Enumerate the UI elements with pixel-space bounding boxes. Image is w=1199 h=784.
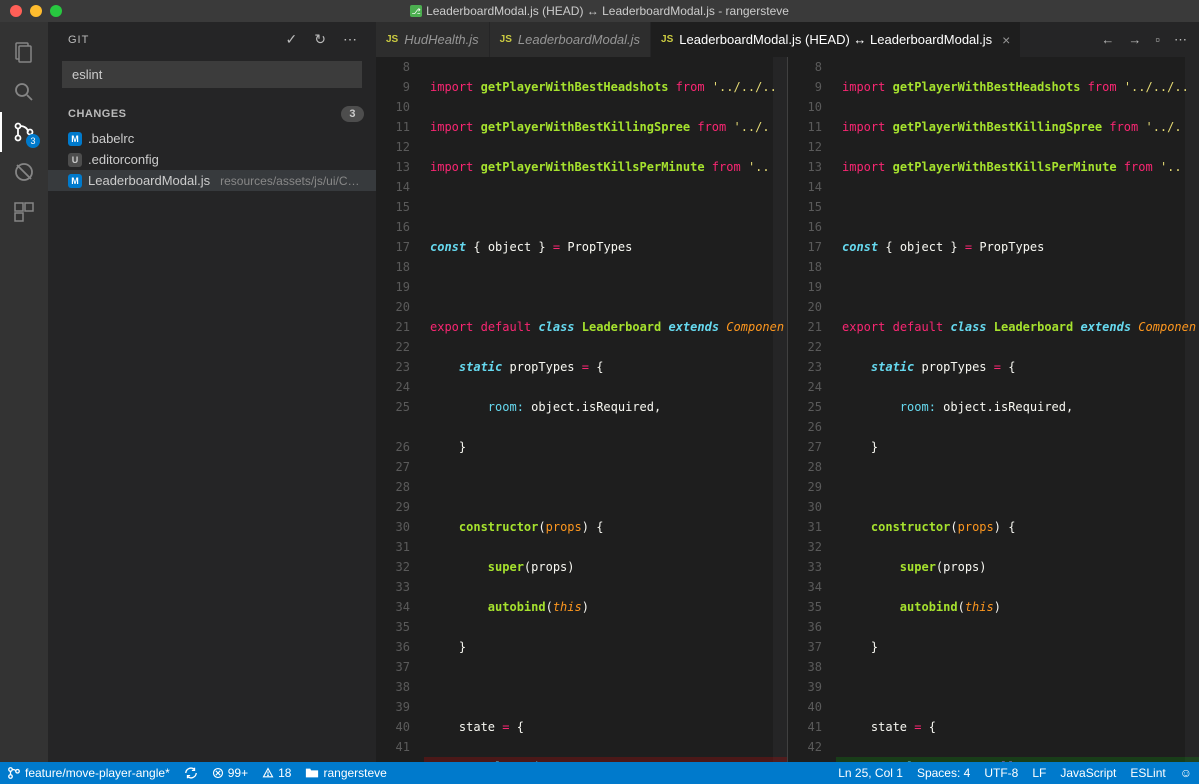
status-eslint[interactable]: ESLint — [1123, 766, 1172, 780]
editor-tabs: JS HudHealth.js JS LeaderboardModal.js J… — [376, 22, 1199, 57]
status-folder[interactable]: rangersteve — [298, 762, 393, 784]
status-sync[interactable] — [177, 762, 205, 784]
status-warnings[interactable]: 18 — [255, 762, 298, 784]
right-content: import getPlayerWithBestHeadshots from '… — [836, 57, 1199, 762]
refresh-icon[interactable]: ↻ — [314, 31, 327, 48]
tab-label: LeaderboardModal.js (HEAD) ↔ Leaderboard… — [679, 32, 992, 47]
tab-label: HudHealth.js — [404, 32, 478, 47]
change-list: M .babelrc U .editorconfig M Leaderboard… — [48, 128, 376, 191]
tab-actions: ← → ▫ ⋯ — [1089, 22, 1199, 57]
sidebar-header: GIT ✓ ↻ ⋯ — [48, 22, 376, 57]
status-folder-label: rangersteve — [323, 766, 386, 780]
js-icon: JS — [386, 34, 398, 45]
diff-split: 8910111213141516171819202122232425262728… — [376, 57, 1199, 762]
window-title: ⎇ LeaderboardModal.js (HEAD) ↔ Leaderboa… — [0, 4, 1199, 18]
close-icon[interactable]: × — [1002, 32, 1010, 48]
status-position[interactable]: Ln 25, Col 1 — [831, 766, 910, 780]
right-gutter: 8910111213141516171819202122232425262728… — [788, 57, 836, 757]
diff-right-pane[interactable]: 8910111213141516171819202122232425262728… — [787, 57, 1199, 762]
status-warnings-count: 18 — [278, 766, 291, 780]
activity-search[interactable] — [0, 72, 48, 112]
git-badge: 3 — [26, 134, 40, 148]
activity-git[interactable]: 3 — [0, 112, 48, 152]
changes-header-label: CHANGES — [68, 108, 127, 120]
left-gutter: 8910111213141516171819202122232425262728… — [376, 57, 424, 757]
open-file-icon[interactable]: ▫ — [1155, 32, 1160, 47]
tab[interactable]: JS LeaderboardModal.js (HEAD) ↔ Leaderbo… — [651, 22, 1021, 57]
change-file-name: .babelrc — [88, 131, 134, 146]
status-branch[interactable]: feature/move-player-angle* — [0, 762, 177, 784]
diff-left-pane[interactable]: 8910111213141516171819202122232425262728… — [376, 57, 787, 762]
js-icon: JS — [661, 34, 673, 45]
js-icon: JS — [500, 34, 512, 45]
status-right: Ln 25, Col 1 Spaces: 4 UTF-8 LF JavaScri… — [831, 766, 1199, 780]
status-errors[interactable]: 99+ — [205, 762, 255, 784]
more-icon[interactable]: ⋯ — [343, 31, 358, 48]
modified-badge: M — [68, 132, 82, 146]
tab[interactable]: JS HudHealth.js — [376, 22, 490, 57]
status-feedback-icon[interactable]: ☺ — [1173, 766, 1199, 780]
commit-input-wrap — [48, 57, 376, 92]
sidebar: GIT ✓ ↻ ⋯ CHANGES 3 M .babelrc U .editor… — [48, 22, 376, 762]
activity-extensions[interactable] — [0, 192, 48, 232]
statusbar: feature/move-player-angle* 99+ 18 ranger… — [0, 762, 1199, 784]
status-language[interactable]: JavaScript — [1053, 766, 1123, 780]
commit-icon[interactable]: ✓ — [286, 31, 299, 48]
activitybar: 3 — [0, 22, 48, 762]
tab[interactable]: JS LeaderboardModal.js — [490, 22, 651, 57]
status-eol[interactable]: LF — [1025, 766, 1053, 780]
nav-forward-icon[interactable]: → — [1128, 32, 1141, 47]
change-file-name: .editorconfig — [88, 152, 159, 167]
status-encoding[interactable]: UTF-8 — [977, 766, 1025, 780]
activity-debug[interactable] — [0, 152, 48, 192]
commit-input[interactable] — [62, 61, 362, 88]
status-spaces[interactable]: Spaces: 4 — [910, 766, 977, 780]
editor-area: JS HudHealth.js JS LeaderboardModal.js J… — [376, 22, 1199, 762]
changes-header[interactable]: CHANGES 3 — [48, 100, 376, 128]
change-file-name: LeaderboardModal.js — [88, 173, 210, 188]
change-file-path: resources/assets/js/ui/C… — [220, 174, 359, 188]
git-file-icon: ⎇ — [410, 5, 422, 17]
status-errors-count: 99+ — [228, 766, 248, 780]
modified-badge: M — [68, 174, 82, 188]
left-content: import getPlayerWithBestHeadshots from '… — [424, 57, 787, 762]
change-item[interactable]: U .editorconfig — [48, 149, 376, 170]
sidebar-title: GIT — [68, 34, 89, 46]
sidebar-actions: ✓ ↻ ⋯ — [286, 31, 358, 48]
activity-explorer[interactable] — [0, 32, 48, 72]
titlebar: ⎇ LeaderboardModal.js (HEAD) ↔ Leaderboa… — [0, 0, 1199, 22]
untracked-badge: U — [68, 153, 82, 167]
changes-count-badge: 3 — [341, 106, 364, 122]
nav-back-icon[interactable]: ← — [1101, 32, 1114, 47]
tab-label: LeaderboardModal.js — [518, 32, 640, 47]
more-icon[interactable]: ⋯ — [1174, 32, 1187, 48]
status-branch-label: feature/move-player-angle* — [25, 766, 170, 780]
window-title-text: LeaderboardModal.js (HEAD) ↔ Leaderboard… — [426, 4, 789, 18]
change-item[interactable]: M .babelrc — [48, 128, 376, 149]
change-item[interactable]: M LeaderboardModal.js resources/assets/j… — [48, 170, 376, 191]
